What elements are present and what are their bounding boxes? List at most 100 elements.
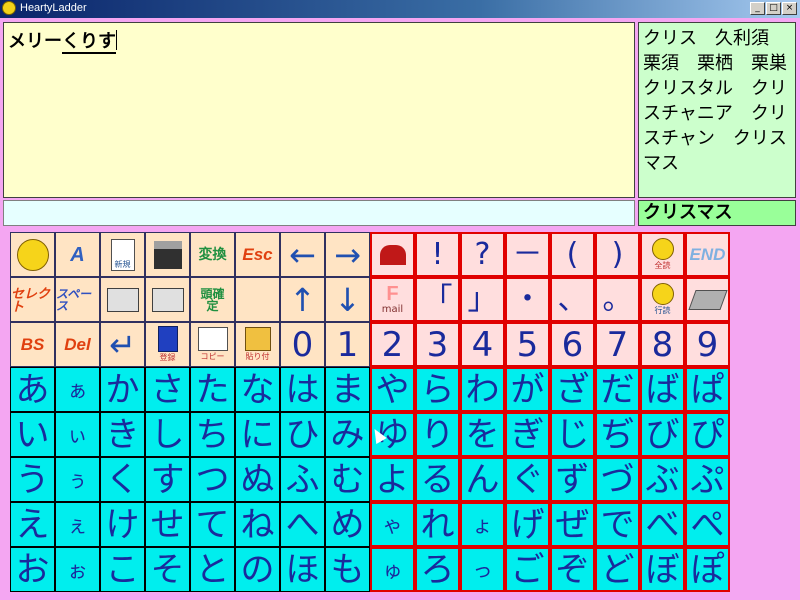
key-paste[interactable]: 貼り付 [235,322,280,367]
kana-key[interactable]: の [235,547,280,592]
kana-key[interactable]: つ [190,457,235,502]
kana-key[interactable]: ょ [460,502,505,547]
key-comma[interactable]: 、 [550,277,595,322]
kana-key[interactable]: だ [595,367,640,412]
kana-key[interactable]: み [325,412,370,457]
kana-key[interactable]: め [325,502,370,547]
key-dash[interactable]: － [505,232,550,277]
kana-key[interactable]: び [640,412,685,457]
kana-key[interactable]: げ [505,502,550,547]
kana-key[interactable]: は [280,367,325,412]
key-delete[interactable]: Del [55,322,100,367]
kana-key[interactable]: ぞ [550,547,595,592]
kana-key[interactable]: こ [100,547,145,592]
kana-key[interactable]: ぐ [505,457,550,502]
key-digit-1[interactable]: 1 [325,322,370,367]
kana-key[interactable]: そ [145,547,190,592]
kana-key[interactable]: ぜ [550,502,595,547]
text-editor[interactable]: メリーくりす [3,22,635,198]
kana-key[interactable]: が [505,367,550,412]
close-button[interactable]: × [782,2,797,15]
kana-key[interactable]: す [145,457,190,502]
kana-key[interactable]: ま [325,367,370,412]
key-digit-9[interactable]: 9 [685,322,730,367]
kana-key[interactable]: ぃ [55,412,100,457]
kana-key[interactable]: に [235,412,280,457]
kana-key[interactable]: で [595,502,640,547]
kana-key[interactable]: ぉ [55,547,100,592]
key-digit-5[interactable]: 5 [505,322,550,367]
kana-key[interactable]: ゅ [370,547,415,592]
key-lparen[interactable]: ( [550,232,595,277]
key-blank[interactable] [235,277,280,322]
kana-key[interactable]: っ [460,547,505,592]
kana-key[interactable]: さ [145,367,190,412]
key-select[interactable]: セレクト [10,277,55,322]
kana-key[interactable]: ろ [415,547,460,592]
kana-key[interactable]: し [145,412,190,457]
key-exclamation[interactable]: ! [415,232,460,277]
key-right-arrow[interactable]: → [325,232,370,277]
kana-key[interactable]: や [370,367,415,412]
kana-key[interactable]: ぽ [685,547,730,592]
key-digit-3[interactable]: 3 [415,322,460,367]
minimize-button[interactable]: _ [750,2,765,15]
key-copy[interactable]: コピー [190,322,235,367]
key-save-folder[interactable] [145,277,190,322]
key-period[interactable]: 。 [595,277,640,322]
key-register[interactable]: 登録 [145,322,190,367]
kana-key[interactable]: ば [640,367,685,412]
maximize-button[interactable]: □ [766,2,781,15]
kana-key[interactable]: ね [235,502,280,547]
key-middle-dot[interactable]: ・ [505,277,550,322]
kana-key[interactable]: ぁ [55,367,100,412]
key-read-line[interactable]: 行読 [640,277,685,322]
key-digit-6[interactable]: 6 [550,322,595,367]
kana-key[interactable]: ぱ [685,367,730,412]
key-enter[interactable]: ↵ [100,322,145,367]
key-open-folder[interactable] [100,277,145,322]
key-space[interactable]: スペース [55,277,100,322]
key-end[interactable]: END [685,232,730,277]
key-digit-2[interactable]: 2 [370,322,415,367]
kana-key[interactable]: ご [505,547,550,592]
kana-key[interactable]: あ [10,367,55,412]
kana-key[interactable]: い [10,412,55,457]
kana-key[interactable]: ふ [280,457,325,502]
key-a[interactable]: A [55,232,100,277]
key-digit-4[interactable]: 4 [460,322,505,367]
kana-key[interactable]: ひ [280,412,325,457]
kana-key[interactable]: も [325,547,370,592]
kana-key[interactable]: ざ [550,367,595,412]
kana-key[interactable]: ぎ [505,412,550,457]
key-digit-0[interactable]: 0 [280,322,325,367]
key-left-arrow[interactable]: ← [280,232,325,277]
kana-key[interactable]: ず [550,457,595,502]
key-save[interactable] [145,232,190,277]
key-question[interactable]: ? [460,232,505,277]
kana-key[interactable]: づ [595,457,640,502]
key-rbracket[interactable]: 」 [460,277,505,322]
kana-key[interactable]: え [10,502,55,547]
kana-key[interactable]: ぴ [685,412,730,457]
kana-key[interactable]: ち [190,412,235,457]
kana-key[interactable]: か [100,367,145,412]
kana-key[interactable]: ぼ [640,547,685,592]
kana-key[interactable]: へ [280,502,325,547]
kana-key[interactable]: じ [550,412,595,457]
kana-key[interactable]: ぶ [640,457,685,502]
kana-key[interactable]: く [100,457,145,502]
kana-key[interactable]: ら [415,367,460,412]
key-device[interactable] [685,277,730,322]
kana-key[interactable]: れ [415,502,460,547]
kana-key[interactable]: べ [640,502,685,547]
key-head-confirm[interactable]: 頭確定 [190,277,235,322]
kana-key[interactable]: て [190,502,235,547]
kana-key[interactable]: よ [370,457,415,502]
key-backspace[interactable]: BS [10,322,55,367]
kana-key[interactable]: ぇ [55,502,100,547]
kana-key[interactable]: ん [460,457,505,502]
kana-key[interactable]: む [325,457,370,502]
kana-key[interactable]: と [190,547,235,592]
key-down-arrow[interactable]: ↓ [325,277,370,322]
